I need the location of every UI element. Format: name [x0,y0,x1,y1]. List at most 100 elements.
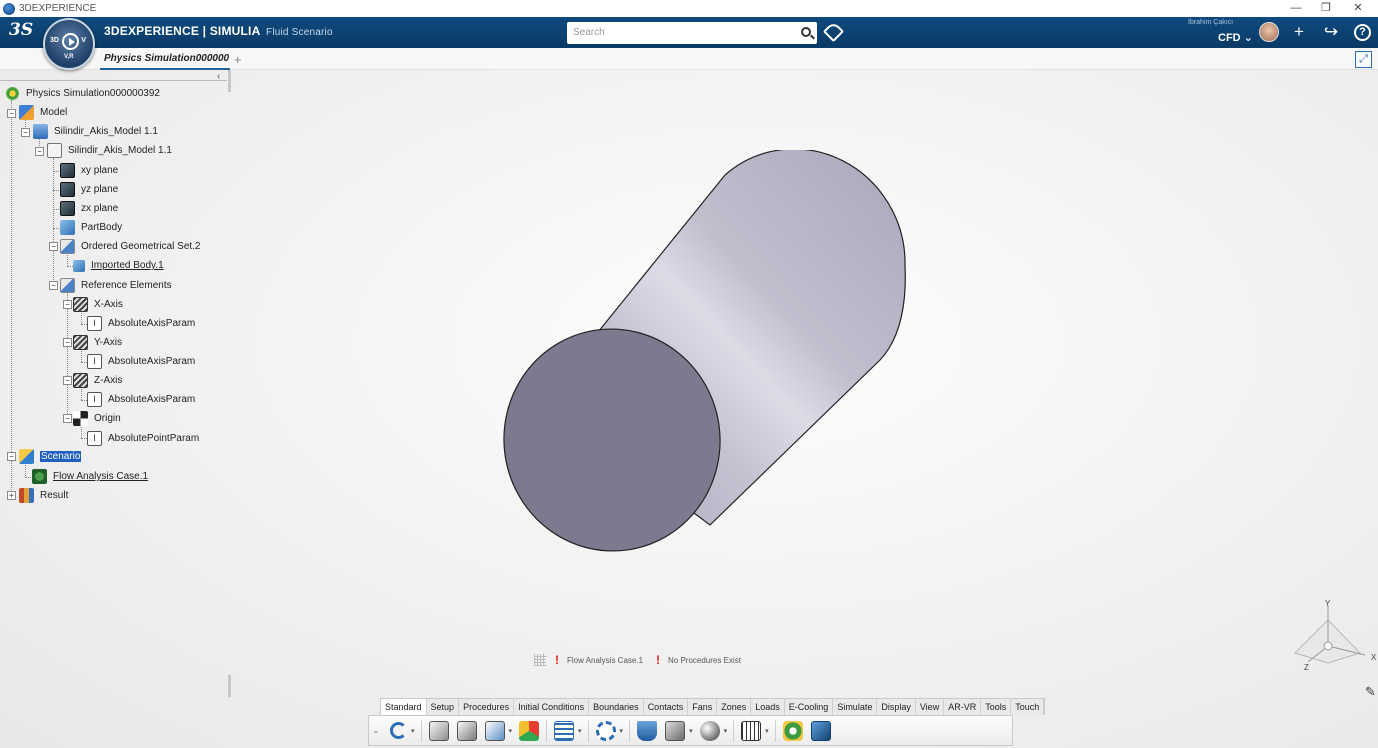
actionbar-tab-zones[interactable]: Zones [717,699,752,715]
shape-dropdown-icon[interactable]: ▾ [509,727,513,735]
action-bar-tabs: Standard Setup Procedures Initial Condit… [380,698,1046,715]
table-icon[interactable] [554,720,575,741]
tree-expander[interactable]: − [63,300,72,309]
grid-icon [534,654,546,666]
tree-expander[interactable]: − [21,128,30,137]
actionbar-tab-standard[interactable]: Standard [381,699,427,715]
actionbar-tab-tools[interactable]: Tools [981,699,1012,715]
tree-node-x-axis[interactable]: X-Axis [73,296,123,313]
tree-expander[interactable]: − [63,338,72,347]
actionbar-tab-fans[interactable]: Fans [688,699,718,715]
tree-node-ordered-geometrical-set[interactable]: Ordered Geometrical Set.2 [60,238,201,255]
actionbar-tab-setup[interactable]: Setup [427,699,460,715]
tree-node-z-axis[interactable]: Z-Axis [73,372,122,389]
status-procedures: ! No Procedures Exist [656,653,741,667]
tab-physics-simulation[interactable]: Physics Simulation000000 [100,48,230,70]
tree-node-product[interactable]: Silindir_Akis_Model 1.1 [33,123,158,140]
tree-expander[interactable]: − [49,242,58,251]
tree-node-reference-elements[interactable]: Reference Elements [60,277,172,294]
tree-expander[interactable]: − [49,281,58,290]
material-icon[interactable] [519,720,540,741]
restore-button[interactable]: ❐ [1311,0,1341,17]
tree-node-part[interactable]: Silindir_Akis_Model 1.1 [47,142,172,159]
axis-icon [73,373,88,388]
add-icon[interactable]: + [1289,22,1309,42]
tree-node-imported-body[interactable]: Imported Body.1 [73,257,164,274]
play-icon[interactable] [62,33,79,50]
tree-node-scenario[interactable]: Scenario [19,448,82,465]
tree-node-flow-analysis-case[interactable]: Flow Analysis Case.1 [32,468,148,485]
sphere-icon[interactable] [699,720,720,741]
actionbar-tab-display[interactable]: Display [877,699,916,715]
close-button[interactable]: ✕ [1343,0,1373,17]
actionbar-tab-ar-vr[interactable]: AR-VR [944,699,982,715]
settings-gear-icon[interactable] [782,720,803,741]
fullscreen-toggle-icon[interactable]: ⤢ [1355,51,1372,68]
shape-cube-icon[interactable] [428,720,449,741]
table-dropdown-icon[interactable]: ▾ [578,727,582,735]
undo-dropdown-icon[interactable]: ▾ [411,727,415,735]
feature-dropdown-icon[interactable]: ▾ [689,727,693,735]
actionbar-tab-touch[interactable]: Touch [1011,699,1045,715]
tree-node-model[interactable]: Model [19,104,67,121]
view-compass-triad[interactable]: Y X Z [1290,598,1378,673]
tree-node-partbody[interactable]: PartBody [60,219,122,236]
tree-node-xy-plane[interactable]: xy plane [60,162,118,179]
actionbar-tab-simulate[interactable]: Simulate [833,699,878,715]
sphere-dropdown-icon[interactable]: ▾ [724,727,728,735]
role-selector[interactable]: CFD ⌄ [1218,31,1253,44]
minimize-button[interactable]: — [1281,0,1311,17]
actionbar-collapse-icon[interactable]: ⌄ [371,726,381,735]
tree-splitter-handle[interactable] [228,70,231,92]
flow-case-icon [32,469,47,484]
add-feature-icon[interactable] [665,720,686,741]
tree-node-x-axis-param[interactable]: I AbsoluteAxisParam [87,315,195,332]
actionbar-tab-loads[interactable]: Loads [751,699,785,715]
actionbar-tab-contacts[interactable]: Contacts [644,699,689,715]
tree-node-z-axis-param[interactable]: I AbsoluteAxisParam [87,391,195,408]
tree-expander[interactable]: − [35,147,44,156]
tree-splitter-handle-bottom[interactable] [228,675,231,697]
search-icon[interactable] [801,27,811,37]
actionbar-tab-boundaries[interactable]: Boundaries [589,699,644,715]
pen-icon[interactable]: ✎ [1365,684,1376,700]
collapse-tree-icon[interactable]: ‹ [217,71,220,82]
share-icon[interactable]: ↪ [1321,22,1341,42]
tree-node-y-axis[interactable]: Y-Axis [73,334,122,351]
tree-node-origin-param[interactable]: I AbsolutePointParam [87,430,199,447]
tree-expander[interactable]: − [63,376,72,385]
simulate-run-icon[interactable] [810,720,831,741]
tree-node-yz-plane[interactable]: yz plane [60,181,118,198]
search-input[interactable]: Search [567,22,817,44]
tree-expander[interactable]: − [7,109,16,118]
avatar[interactable] [1259,22,1279,42]
tree-node-origin[interactable]: Origin [73,410,121,427]
cylinder-model[interactable] [490,150,930,580]
compass-widget[interactable]: 3D V V,R [43,18,95,70]
mesh-icon[interactable] [741,720,762,741]
shape-delete-icon[interactable] [456,720,477,741]
tree-node-physics-simulation[interactable]: Physics Simulation000000392 [5,85,160,102]
actionbar-tab-view[interactable]: View [916,699,945,715]
tree-expander[interactable]: − [7,452,16,461]
actionbar-tab-procedures[interactable]: Procedures [459,699,515,715]
axis-icon [73,335,88,350]
triad-y-label: Y [1325,599,1331,608]
tree-expander[interactable]: + [7,491,16,500]
update-dropdown-icon[interactable]: ▾ [620,727,624,735]
undo-icon[interactable] [390,722,407,739]
update-cycle-icon[interactable] [595,720,616,741]
actionbar-tab-initial-conditions[interactable]: Initial Conditions [514,699,590,715]
help-icon[interactable]: ? [1354,24,1371,41]
tree-node-y-axis-param[interactable]: I AbsoluteAxisParam [87,353,195,370]
tree-expander[interactable]: − [63,414,72,423]
add-tab-button[interactable]: + [234,52,242,67]
compass-v-label: V [81,37,86,44]
mesh-dropdown-icon[interactable]: ▾ [765,727,769,735]
fluid-domain-icon[interactable] [637,720,658,741]
tree-node-result[interactable]: Result [19,487,68,504]
dassault-logo-icon[interactable]: 3S [9,20,33,40]
shape-transform-icon[interactable] [484,720,505,741]
tree-node-zx-plane[interactable]: zx plane [60,200,118,217]
actionbar-tab-e-cooling[interactable]: E-Cooling [785,699,834,715]
